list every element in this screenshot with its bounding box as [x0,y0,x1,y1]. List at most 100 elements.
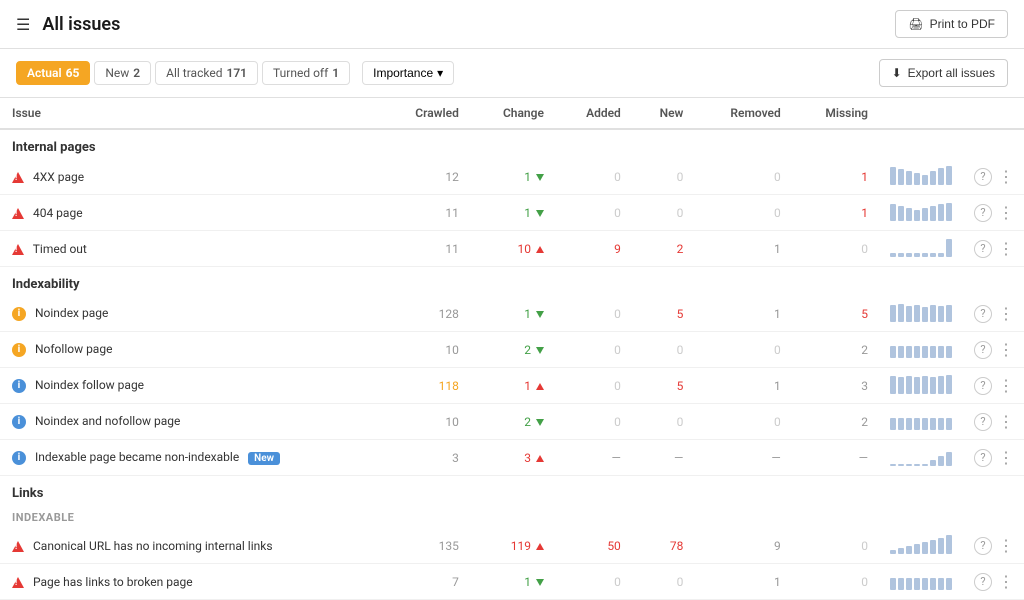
arrow-down-icon [536,210,544,217]
change-value: 3 [471,440,556,476]
help-icon[interactable]: ? [974,341,992,359]
more-icon[interactable]: ⋮ [996,448,1016,467]
crawled-value: 10 [382,404,471,440]
help-icon[interactable]: ? [974,413,992,431]
sparkline-chart [888,444,958,468]
added-value: 9 [556,231,633,267]
warn-icon: ! [12,172,24,183]
added-value: 0 [556,404,633,440]
page-title: All issues [42,14,120,35]
crawled-value: 11 [382,195,471,231]
more-icon[interactable]: ⋮ [996,340,1016,359]
sparkline-chart [888,372,958,396]
table-row: ! Page has links to broken page 7 1 0 0 … [0,564,1024,600]
row-actions: ? ⋮ [966,528,1024,564]
help-icon[interactable]: ? [974,168,992,186]
sparkline [880,368,966,404]
tab-actual[interactable]: Actual 65 [16,61,90,85]
print-icon: 🖨 [908,17,923,31]
arrow-down-icon [536,311,544,318]
row-actions: ? ⋮ [966,231,1024,267]
col-change: Change [471,98,556,129]
print-button[interactable]: 🖨 Print to PDF [895,10,1008,38]
change-value: 1 [471,195,556,231]
issue-name: ! 4XX page [0,159,382,195]
new-value: — [633,440,696,476]
removed-value: 1 [695,564,792,600]
sparkline [880,440,966,476]
more-icon[interactable]: ⋮ [996,412,1016,431]
export-button[interactable]: ⬇ Export all issues [879,59,1008,87]
sparkline-chart [888,163,958,187]
section-indexability: Indexability [0,267,1024,297]
table-row: i Noindex and nofollow page 10 2 0 0 0 2 [0,404,1024,440]
table-row: ! Canonical URL has no incoming internal… [0,528,1024,564]
sparkline-chart [888,408,958,432]
issue-name: i Indexable page became non-indexable Ne… [0,440,382,476]
sparkline-chart [888,235,958,259]
help-icon[interactable]: ? [974,573,992,591]
issue-name: i Noindex follow page [0,368,382,404]
issue-name: i Noindex and nofollow page [0,404,382,440]
arrow-down-icon [536,419,544,426]
table-row: i Noindex page 128 1 0 5 1 5 [0,296,1024,332]
table-row: i Indexable page became non-indexable Ne… [0,440,1024,476]
more-icon[interactable]: ⋮ [996,376,1016,395]
added-value: — [556,440,633,476]
more-icon[interactable]: ⋮ [996,572,1016,591]
tab-turned-off[interactable]: Turned off 1 [262,61,350,85]
table-row: i Noindex follow page 118 1 0 5 1 3 [0,368,1024,404]
crawled-value: 11 [382,231,471,267]
row-actions: ? ⋮ [966,159,1024,195]
new-value: 5 [633,296,696,332]
chevron-down-icon: ▾ [437,66,443,80]
help-icon[interactable]: ? [974,305,992,323]
col-issue: Issue [0,98,382,129]
change-value: 1 [471,368,556,404]
info-yellow-icon: i [12,307,26,321]
change-value: 10 [471,231,556,267]
tab-new[interactable]: New 2 [94,61,151,85]
help-icon[interactable]: ? [974,537,992,555]
importance-button[interactable]: Importance ▾ [362,61,454,85]
more-icon[interactable]: ⋮ [996,304,1016,323]
removed-value: 0 [695,159,792,195]
new-value: 0 [633,564,696,600]
help-icon[interactable]: ? [974,449,992,467]
new-value: 0 [633,159,696,195]
crawled-value: 12 [382,159,471,195]
header: ☰ All issues 🖨 Print to PDF [0,0,1024,49]
added-value: 0 [556,159,633,195]
removed-value: 9 [695,528,792,564]
issue-name: ! Canonical URL has no incoming internal… [0,528,382,564]
missing-value: — [793,440,880,476]
info-blue-icon: i [12,379,26,393]
removed-value: 0 [695,332,792,368]
missing-value: 0 [793,231,880,267]
more-icon[interactable]: ⋮ [996,536,1016,555]
more-icon[interactable]: ⋮ [996,239,1016,258]
sparkline-chart [888,199,958,223]
col-missing: Missing [793,98,880,129]
sparkline-chart [888,568,958,592]
help-icon[interactable]: ? [974,240,992,258]
new-value: 0 [633,195,696,231]
added-value: 0 [556,296,633,332]
info-yellow-icon: i [12,343,26,357]
help-icon[interactable]: ? [974,377,992,395]
added-value: 0 [556,564,633,600]
menu-icon[interactable]: ☰ [16,15,30,34]
more-icon[interactable]: ⋮ [996,203,1016,222]
row-actions: ? ⋮ [966,368,1024,404]
table-wrapper: Issue Crawled Change Added New Removed M… [0,98,1024,600]
more-icon[interactable]: ⋮ [996,167,1016,186]
sparkline [880,296,966,332]
added-value: 0 [556,332,633,368]
tab-all-tracked[interactable]: All tracked 171 [155,61,258,85]
new-value: 0 [633,332,696,368]
new-value: 0 [633,404,696,440]
row-actions: ? ⋮ [966,296,1024,332]
help-icon[interactable]: ? [974,204,992,222]
removed-value: 0 [695,195,792,231]
issue-name: i Noindex page [0,296,382,332]
